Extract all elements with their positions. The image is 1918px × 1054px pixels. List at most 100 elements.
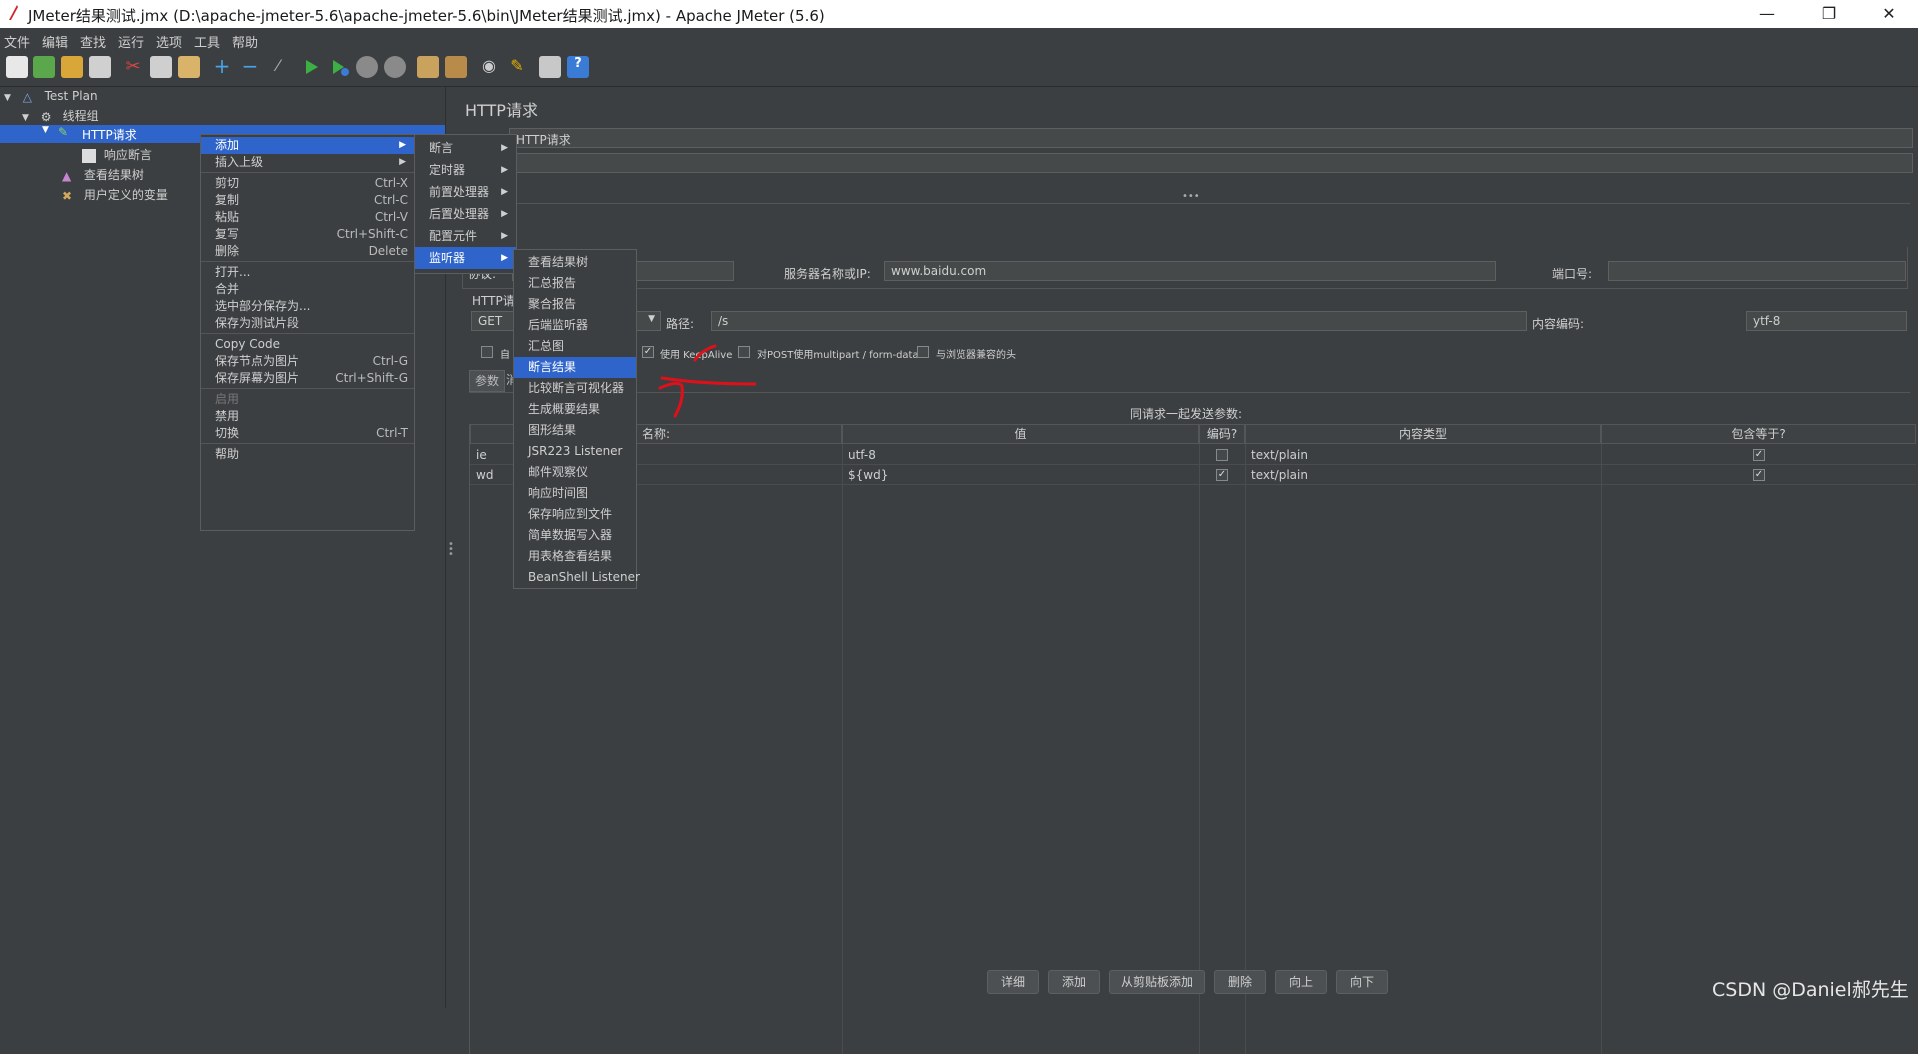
detail-button[interactable]: 详细: [987, 970, 1039, 994]
add-submenu-item[interactable]: 监听器 ▶: [415, 247, 516, 269]
context-menu-item[interactable]: 复写 Ctrl+Shift-C: [201, 226, 414, 243]
context-menu-item[interactable]: 切换 Ctrl-T: [201, 425, 414, 442]
server-field[interactable]: www.baidu.com: [884, 261, 1496, 281]
menu-search[interactable]: 查找: [80, 32, 106, 51]
listener-submenu-item[interactable]: 汇总图: [514, 336, 636, 357]
cell-value[interactable]: ${wd}: [842, 465, 1199, 485]
listener-submenu-item[interactable]: 断言结果: [514, 357, 636, 378]
comment-field[interactable]: [509, 153, 1913, 173]
tree-item-test-plan[interactable]: ▼ △ Test Plan: [4, 89, 98, 104]
paste-icon[interactable]: [178, 56, 200, 78]
add-submenu-item[interactable]: 前置处理器 ▶: [415, 181, 516, 203]
context-menu-item[interactable]: 选中部分保存为...: [201, 298, 414, 315]
start-no-pauses-icon[interactable]: [328, 56, 350, 78]
start-icon[interactable]: [300, 56, 322, 78]
copy-icon[interactable]: [150, 56, 172, 78]
context-menu-item[interactable]: 启用: [201, 391, 414, 408]
listener-submenu-item[interactable]: BeanShell Listener: [514, 567, 640, 588]
chevron-down-icon[interactable]: ▼: [22, 113, 29, 123]
cell-content-type[interactable]: text/plain: [1245, 465, 1601, 485]
context-menu-item[interactable]: 保存为测试片段: [201, 315, 414, 332]
context-menu-item[interactable]: Copy Code: [201, 336, 414, 353]
tree-item-user-vars[interactable]: ✖ 用户定义的变量: [62, 186, 168, 203]
listener-submenu-item[interactable]: 图形结果: [514, 420, 636, 441]
save-icon[interactable]: [89, 56, 111, 78]
search-icon[interactable]: ◉: [478, 56, 500, 78]
context-menu-item[interactable]: 打开...: [201, 264, 414, 281]
listener-submenu-item[interactable]: 简单数据写入器: [514, 525, 636, 546]
context-menu-item[interactable]: 帮助: [201, 446, 414, 463]
add-submenu-item[interactable]: 定时器 ▶: [415, 159, 516, 181]
shutdown-icon[interactable]: [384, 56, 406, 78]
cell-value[interactable]: utf-8: [842, 445, 1199, 465]
reset-search-icon[interactable]: ✎: [506, 56, 528, 78]
listener-submenu-item[interactable]: 用表格查看结果: [514, 546, 636, 567]
listener-submenu-item[interactable]: 查看结果树: [514, 252, 636, 273]
cut-icon[interactable]: ✂: [122, 56, 144, 78]
listener-submenu-item[interactable]: 比较断言可视化器: [514, 378, 636, 399]
listener-submenu-item[interactable]: 邮件观察仪: [514, 462, 636, 483]
redirect-checkbox[interactable]: [481, 346, 493, 358]
listener-submenu-item[interactable]: 响应时间图: [514, 483, 636, 504]
listener-submenu-item[interactable]: 汇总报告: [514, 273, 636, 294]
context-menu-item[interactable]: 剪切 Ctrl-X: [201, 175, 414, 192]
menu-help[interactable]: 帮助: [232, 32, 258, 51]
expand-icon[interactable]: +: [211, 56, 233, 78]
help-icon[interactable]: ?: [567, 56, 589, 78]
open-icon[interactable]: [61, 56, 83, 78]
close-button[interactable]: ✕: [1866, 0, 1912, 28]
include-equals-checkbox[interactable]: ✓: [1753, 449, 1765, 461]
column-header-value[interactable]: 值: [842, 424, 1199, 444]
column-header-include-equals[interactable]: 包含等于?: [1601, 424, 1916, 444]
add-submenu-item[interactable]: 后置处理器 ▶: [415, 203, 516, 225]
menu-tools[interactable]: 工具: [194, 32, 220, 51]
new-icon[interactable]: [6, 56, 28, 78]
listener-submenu-item[interactable]: 聚合报告: [514, 294, 636, 315]
listener-submenu-item[interactable]: 保存响应到文件: [514, 504, 636, 525]
add-button[interactable]: 添加: [1048, 970, 1100, 994]
chevron-down-icon[interactable]: ▼: [42, 125, 49, 135]
delete-button[interactable]: 删除: [1214, 970, 1266, 994]
add-submenu-item[interactable]: 配置元件 ▶: [415, 225, 516, 247]
encode-checkbox[interactable]: [1216, 449, 1228, 461]
menu-file[interactable]: 文件: [4, 32, 30, 51]
tree-item-view-results-tree[interactable]: ▲ 查看结果树: [62, 166, 144, 183]
context-menu-item[interactable]: 删除 Delete: [201, 243, 414, 260]
divider-handle-icon[interactable]: •••: [1182, 191, 1200, 202]
function-helper-icon[interactable]: [539, 56, 561, 78]
browser-headers-checkbox[interactable]: [917, 346, 929, 358]
add-submenu-item[interactable]: 断言 ▶: [415, 137, 516, 159]
include-equals-checkbox[interactable]: ✓: [1753, 469, 1765, 481]
clear-icon[interactable]: [417, 56, 439, 78]
port-field[interactable]: [1608, 261, 1906, 281]
encoding-field[interactable]: ytf-8: [1746, 311, 1907, 331]
listener-submenu-item[interactable]: 后端监听器: [514, 315, 636, 336]
tree-item-assertion[interactable]: 响应断言: [82, 146, 152, 163]
cell-content-type[interactable]: text/plain: [1245, 445, 1601, 465]
tab-params[interactable]: 参数: [469, 370, 505, 392]
collapse-icon[interactable]: −: [239, 56, 261, 78]
context-menu-item[interactable]: 添加 ▶: [201, 137, 414, 154]
context-menu-item[interactable]: 禁用: [201, 408, 414, 425]
stop-icon[interactable]: [356, 56, 378, 78]
toggle-icon[interactable]: ⁄: [267, 56, 289, 78]
clear-all-icon[interactable]: [445, 56, 467, 78]
table-row[interactable]: wd ${wd} ✓ text/plain ✓: [470, 465, 1916, 485]
path-field[interactable]: /s: [711, 311, 1527, 331]
column-header-content-type[interactable]: 内容类型: [1245, 424, 1601, 444]
listener-submenu-item[interactable]: JSR223 Listener: [514, 441, 636, 462]
context-menu-item[interactable]: 合并: [201, 281, 414, 298]
chevron-down-icon[interactable]: ▼: [4, 93, 11, 103]
templates-icon[interactable]: [33, 56, 55, 78]
context-menu-item[interactable]: 复制 Ctrl-C: [201, 192, 414, 209]
context-menu-item[interactable]: 插入上级 ▶: [201, 154, 414, 171]
minimize-button[interactable]: —: [1744, 0, 1790, 28]
menu-edit[interactable]: 编辑: [42, 32, 68, 51]
context-menu-item[interactable]: 粘贴 Ctrl-V: [201, 209, 414, 226]
listener-submenu-item[interactable]: 生成概要结果: [514, 399, 636, 420]
menu-options[interactable]: 选项: [156, 32, 182, 51]
menu-run[interactable]: 运行: [118, 32, 144, 51]
encode-checkbox[interactable]: ✓: [1216, 469, 1228, 481]
table-row[interactable]: ie utf-8 text/plain ✓: [470, 445, 1916, 465]
tree-item-thread-group[interactable]: ▼ ⚙ 线程组: [22, 107, 99, 124]
